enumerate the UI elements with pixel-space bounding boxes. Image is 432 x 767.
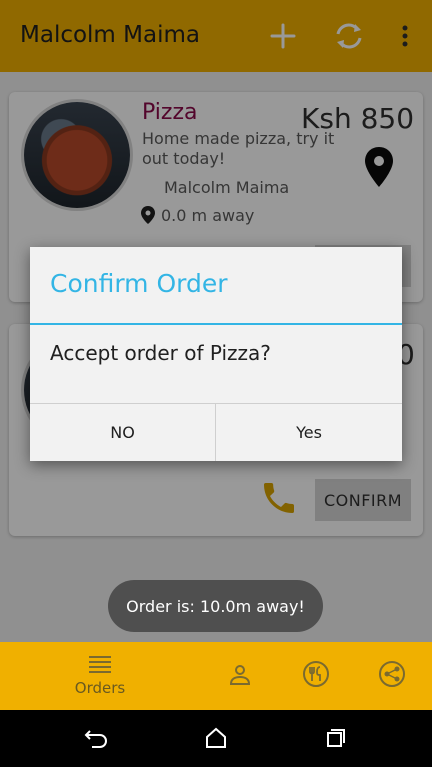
dialog-message: Accept order of Pizza? bbox=[50, 341, 271, 365]
system-nav-bar bbox=[0, 710, 432, 767]
yes-button[interactable]: Yes bbox=[216, 404, 402, 461]
share-circle-icon bbox=[378, 660, 406, 692]
tab-share[interactable] bbox=[362, 642, 422, 710]
dialog-title-divider bbox=[30, 323, 402, 325]
tab-profile[interactable] bbox=[210, 642, 270, 710]
person-icon bbox=[228, 662, 252, 690]
list-icon bbox=[88, 655, 112, 677]
tab-orders-label: Orders bbox=[74, 679, 126, 697]
home-icon[interactable] bbox=[205, 727, 227, 753]
recents-icon[interactable] bbox=[326, 728, 346, 752]
confirm-order-dialog: Confirm Order Accept order of Pizza? NO … bbox=[30, 247, 402, 461]
bottom-navigation: Orders bbox=[0, 642, 432, 710]
distance-toast: Order is: 10.0m away! bbox=[108, 580, 323, 632]
tab-orders[interactable]: Orders bbox=[60, 642, 140, 710]
no-button[interactable]: NO bbox=[30, 404, 215, 461]
tab-restaurant[interactable] bbox=[286, 642, 346, 710]
restaurant-icon bbox=[302, 660, 330, 692]
dialog-title: Confirm Order bbox=[50, 269, 228, 298]
back-icon[interactable] bbox=[84, 727, 108, 753]
